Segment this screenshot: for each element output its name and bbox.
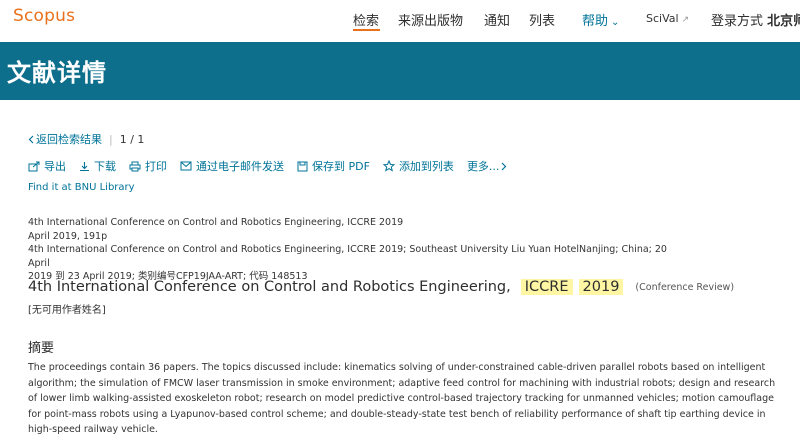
download-icon — [80, 161, 89, 171]
download-button[interactable]: 下载 — [79, 158, 116, 174]
document-title: 4th International Conference on Control … — [28, 279, 734, 295]
email-button[interactable]: 通过电子邮件发送 — [180, 158, 284, 174]
authors: [无可用作者姓名] — [28, 305, 106, 316]
nav-lists[interactable]: 列表 — [529, 10, 555, 29]
save-pdf-button[interactable]: 保存到 PDF — [297, 158, 370, 174]
results-navigation: 返回检索结果 | 1 / 1 — [28, 131, 144, 147]
chevron-down-icon: ⌄ — [611, 17, 620, 28]
more-actions-label: 更多... — [466, 160, 500, 173]
back-to-results-link[interactable]: 返回检索结果 — [28, 131, 102, 147]
export-icon — [28, 161, 40, 171]
export-button[interactable]: 导出 — [28, 158, 66, 174]
print-label: 打印 — [145, 160, 167, 173]
nav-alerts[interactable]: 通知 — [484, 10, 510, 29]
chevron-right-icon — [502, 162, 507, 170]
document-type: (Conference Review) — [635, 281, 735, 293]
export-label: 导出 — [44, 160, 66, 173]
login-button[interactable]: 登录方式 北京师 — [711, 10, 800, 29]
page-title: 文献详情 — [7, 59, 107, 87]
conference-details: 4th International Conference on Control … — [28, 244, 667, 269]
title-highlight-year: 2019 — [578, 279, 624, 295]
download-label: 下载 — [94, 160, 116, 173]
email-icon — [180, 161, 192, 171]
abstract-heading: 摘要 — [28, 341, 55, 356]
back-to-results-label: 返回检索结果 — [36, 133, 102, 146]
title-highlight-iccre: ICCRE — [520, 279, 573, 295]
nav-scival-label: SciVal — [646, 12, 679, 25]
nav-sources[interactable]: 来源出版物 — [398, 10, 463, 29]
more-actions-button[interactable]: 更多... — [467, 158, 508, 174]
external-link-icon: ↗ — [681, 15, 690, 25]
source-date: April 2019, 191p — [28, 230, 108, 242]
chevron-left-icon — [28, 135, 34, 143]
nav-search-underline — [353, 29, 380, 31]
print-button[interactable]: 打印 — [129, 158, 167, 174]
print-icon — [129, 161, 141, 171]
star-icon — [382, 160, 395, 172]
add-to-list-label: 添加到列表 — [398, 160, 454, 173]
add-to-list-button[interactable]: 添加到列表 — [382, 158, 454, 174]
source-title-link[interactable]: 4th International Conference on Control … — [28, 216, 688, 230]
save-pdf-icon — [297, 161, 308, 171]
result-pager: 1 / 1 — [119, 132, 145, 146]
top-bar: Scopus 检索 来源出版物 通知 列表 帮助 ⌄ SciVal ↗ 登录方式 北… — [0, 0, 800, 42]
scopus-logo[interactable]: Scopus — [13, 6, 75, 26]
title-text: 4th International Conference on Control … — [28, 279, 511, 295]
nav-help-label: 帮助 — [582, 14, 609, 29]
nav-scival[interactable]: SciVal ↗ — [646, 12, 689, 25]
divider: | — [109, 132, 113, 146]
find-it-library-link[interactable]: Find it at BNU Library — [28, 182, 135, 193]
institution-name: 北京师 — [767, 14, 800, 29]
page-banner: 文献详情 — [0, 42, 800, 100]
nav-help[interactable]: 帮助 ⌄ — [582, 10, 619, 29]
email-label: 通过电子邮件发送 — [196, 160, 284, 173]
save-pdf-label: 保存到 PDF — [312, 160, 370, 173]
document-actions-toolbar: 导出 下载 打印 通过电子邮件发送 保存到 PDF 添加到列表 更多... — [28, 158, 507, 174]
abstract-text: The proceedings contain 36 papers. The t… — [28, 362, 776, 435]
source-info: 4th International Conference on Control … — [28, 216, 688, 284]
login-label: 登录方式 — [711, 14, 764, 29]
nav-search[interactable]: 检索 — [353, 10, 379, 29]
